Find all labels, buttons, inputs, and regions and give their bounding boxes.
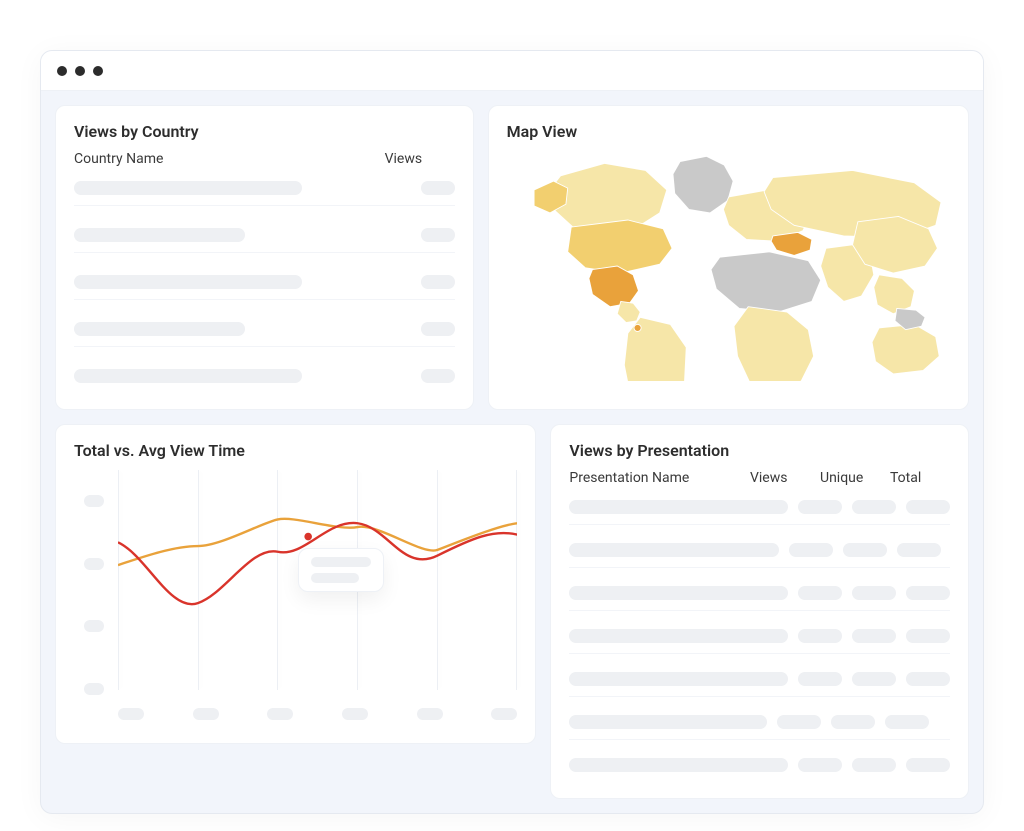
table-row — [569, 586, 950, 611]
column-header-views: Views — [385, 151, 455, 167]
column-header-country: Country Name — [74, 151, 385, 167]
table-row — [74, 369, 455, 393]
y-axis-labels — [84, 470, 104, 720]
views-by-country-panel: Views by Country Country Name Views — [55, 105, 474, 410]
x-axis-labels — [118, 708, 517, 720]
close-icon[interactable] — [57, 66, 67, 76]
app-window: Views by Country Country Name Views Map … — [40, 50, 984, 814]
window-titlebar — [41, 51, 983, 91]
table-row — [569, 715, 950, 740]
column-header-total: Total — [890, 470, 950, 486]
table-row — [569, 629, 950, 654]
table-row — [74, 228, 455, 253]
map-view-panel: Map View — [488, 105, 969, 410]
window-controls[interactable] — [57, 66, 103, 76]
column-header-name: Presentation Name — [569, 470, 740, 486]
column-header-unique: Unique — [820, 470, 880, 486]
panel-title: Views by Presentation — [569, 441, 950, 460]
world-map[interactable] — [507, 151, 950, 381]
panel-title: Views by Country — [74, 122, 455, 141]
table-row — [74, 275, 455, 300]
table-row — [569, 500, 950, 525]
chart-tooltip — [298, 548, 384, 592]
line-chart[interactable] — [88, 470, 517, 720]
view-time-panel: Total vs. Avg View Time — [55, 424, 536, 744]
country-rows — [74, 181, 455, 393]
table-row — [74, 181, 455, 206]
presentation-rows — [569, 500, 950, 782]
panel-title: Total vs. Avg View Time — [74, 441, 517, 460]
maximize-icon[interactable] — [93, 66, 103, 76]
panel-title: Map View — [507, 122, 950, 141]
table-row — [74, 322, 455, 347]
table-row — [569, 543, 950, 568]
column-header-views: Views — [750, 470, 810, 486]
views-by-presentation-panel: Views by Presentation Presentation Name … — [550, 424, 969, 799]
table-row — [569, 672, 950, 697]
chart-data-point — [304, 533, 312, 541]
minimize-icon[interactable] — [75, 66, 85, 76]
table-row — [569, 758, 950, 782]
